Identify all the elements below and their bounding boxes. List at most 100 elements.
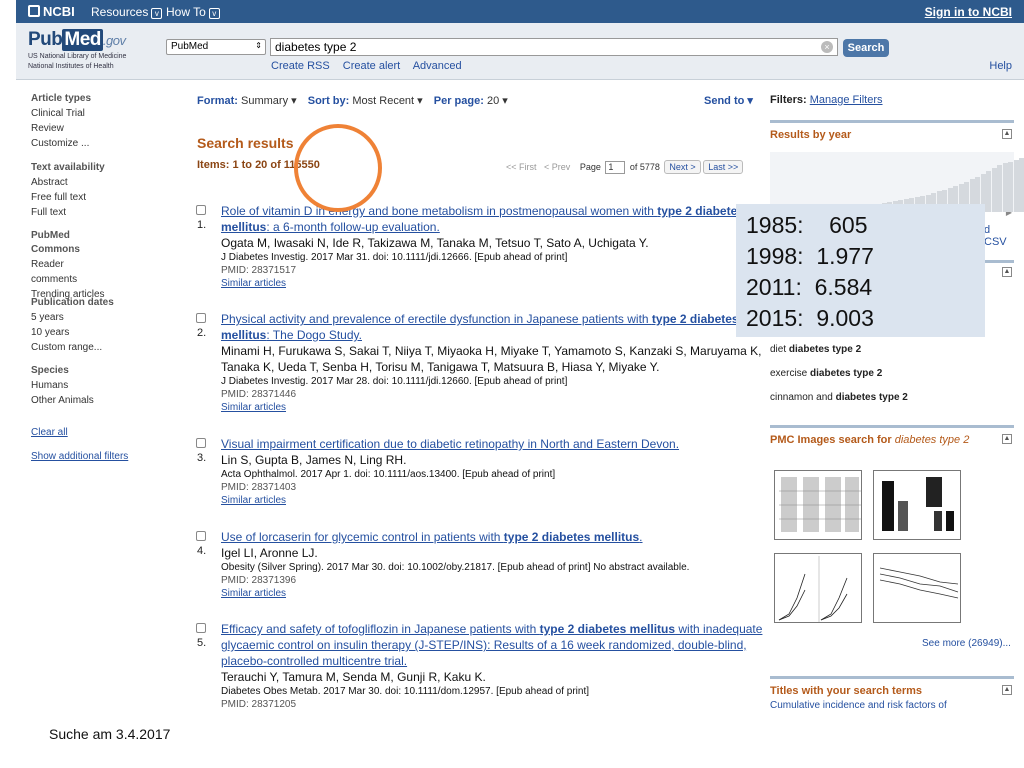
format-dropdown[interactable]: Format: Summary ▾ [197,95,297,107]
thumbnail-figure-graphic [882,477,954,531]
collapse-toggle-icon[interactable]: ▲ [1002,434,1012,444]
title-text: Visual impairment certification due to d… [221,437,680,451]
result-citation: Diabetes Obes Metab. 2017 Mar 30. doi: 1… [221,686,590,697]
title-text: Role of vitamin D in energy and bone met… [221,204,658,218]
similar-articles-link[interactable]: Similar articles [221,494,766,507]
titles-first-link[interactable]: Cumulative incidence and risk factors of [770,700,947,708]
format-value: Summary [241,95,289,107]
result-title-link[interactable]: Use of lorcaserin for glycemic control i… [221,529,766,545]
create-alert-link[interactable]: Create alert [343,60,400,72]
related-search-link[interactable]: cinnamon and diabetes type 2 [770,386,908,410]
results-by-year-chart[interactable]: ▶ [770,152,1024,217]
filter-item[interactable]: 5 years [31,310,161,325]
howto-menu[interactable]: How To v [166,5,220,19]
result-checkbox[interactable] [196,531,206,541]
result-checkbox[interactable] [196,438,206,448]
result-checkbox[interactable] [196,313,206,323]
result-checkbox[interactable] [196,623,206,633]
year-bar[interactable] [997,165,1002,212]
pmc-image-thumbnail[interactable] [873,553,961,623]
perpage-value: 20 [486,95,500,107]
perpage-dropdown[interactable]: Per page: 20 ▾ [434,95,508,107]
pmc-image-thumbnail[interactable] [774,470,862,540]
result-title-link[interactable]: Efficacy and safety of tofogliflozin in … [221,621,766,669]
search-button[interactable]: Search [843,39,889,57]
filter-item[interactable]: 10 years [31,325,161,340]
pmc-image-thumbnail[interactable] [873,470,961,540]
database-select[interactable]: PubMed ⇕ [166,39,266,55]
page-number-input[interactable]: 1 [605,161,626,175]
filter-item[interactable]: Free full text [31,190,161,205]
filter-group-pubmed-commons: PubMed Commons Reader comments Trending … [31,229,111,302]
pubmed-logo[interactable]: Pub Med .gov US National Library of Medici… [28,29,126,71]
thumbnail-figure-graphic [778,556,848,622]
related-bold: diabetes type 2 [788,344,862,355]
first-page-link[interactable]: << First [506,162,537,172]
send-to-label: Send to [704,95,745,107]
collapse-toggle-icon[interactable]: ▲ [1002,685,1012,695]
filter-item[interactable]: Review [31,121,161,136]
year-bar[interactable] [986,171,991,212]
signin-link[interactable]: Sign in to NCBI [925,5,1012,19]
result-title-link[interactable]: Role of vitamin D in energy and bone met… [221,203,766,235]
filter-item[interactable]: Reader comments [31,257,111,287]
filter-item[interactable]: Clinical Trial [31,106,161,121]
advanced-search-link[interactable]: Advanced [413,60,462,72]
result-item: 4. Use of lorcaserin for glycemic contro… [196,529,766,600]
result-checkbox[interactable] [196,205,206,215]
pmc-images-query: diabetes type 2 [894,434,970,446]
year-bar[interactable] [1002,163,1008,212]
filter-item[interactable]: Abstract [31,175,161,190]
show-additional-filters-link[interactable]: Show additional filters [31,451,161,462]
last-page-button[interactable]: Last >> [703,160,744,174]
filter-heading: Species [31,365,69,376]
year-bar[interactable] [1008,162,1013,212]
sort-dropdown[interactable]: Sort by: Most Recent ▾ [308,95,423,107]
database-select-value: PubMed [171,41,209,52]
next-page-button[interactable]: Next > [664,160,701,174]
search-input[interactable]: diabetes type 2 × [270,38,838,56]
filter-item[interactable]: Humans [31,378,161,393]
year-bar[interactable] [1019,158,1024,212]
caret-down-icon: ▾ [291,95,297,107]
page-label: Page [579,162,601,172]
pmc-image-thumbnail[interactable] [774,553,862,623]
related-search-link[interactable]: exercise diabetes type 2 [770,362,908,386]
right-column: Filters: Manage Filters Results by year … [770,88,1024,708]
result-title-link[interactable]: Physical activity and prevalence of erec… [221,311,766,343]
clear-search-icon[interactable]: × [821,41,833,53]
prev-page-link[interactable]: < Prev [544,162,570,172]
filter-item[interactable]: Customize ... [31,136,161,151]
filter-item[interactable]: Custom range... [31,340,161,355]
see-more-images-link[interactable]: See more (26949)... [922,638,1011,649]
download-csv-link[interactable]: d CSV [984,224,1014,248]
ncbi-top-bar: NCBI Resources v How To v Sign in to NCBI [16,0,1024,23]
result-item: 5. Efficacy and safety of tofogliflozin … [196,621,766,708]
resources-menu[interactable]: Resources v [91,5,163,19]
filter-item[interactable]: Full text [31,205,161,220]
send-to-dropdown[interactable]: Send to ▾ [704,94,753,107]
ncbi-logo[interactable]: NCBI [28,4,75,19]
collapse-toggle-icon[interactable]: ▲ [1002,129,1012,139]
logo-med: Med [62,29,103,51]
manage-filters-link[interactable]: Manage Filters [810,94,883,106]
clear-all-link[interactable]: Clear all [31,427,161,438]
related-search-link[interactable]: diet diabetes type 2 [770,338,908,362]
search-results-title: Search results [197,135,294,151]
sort-label: Sort by: [307,95,350,107]
similar-articles-link[interactable]: Similar articles [221,587,766,600]
result-title-link[interactable]: Visual impairment certification due to d… [221,436,766,452]
similar-articles-link[interactable]: Similar articles [221,277,766,290]
caret-down-icon: ▾ [417,95,423,107]
logo-subtitle-nih: National Institutes of Health [28,63,114,70]
year-bar[interactable] [991,168,997,212]
filter-item[interactable]: Other Animals [31,393,161,408]
chevron-down-icon: v [151,8,163,19]
create-rss-link[interactable]: Create RSS [271,60,330,72]
result-item: 2. Physical activity and prevalence of e… [196,311,766,414]
year-bar[interactable] [1013,160,1019,212]
help-link[interactable]: Help [989,60,1012,72]
collapse-toggle-icon[interactable]: ▲ [1002,267,1012,277]
similar-articles-link[interactable]: Similar articles [221,401,766,414]
search-input-value: diabetes type 2 [275,40,357,54]
